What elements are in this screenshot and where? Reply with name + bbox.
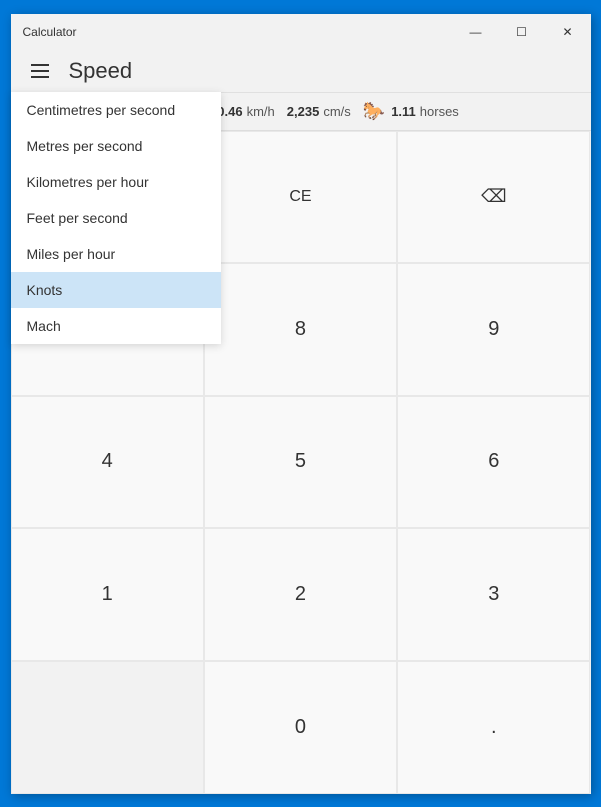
- close-button[interactable]: ✕: [545, 14, 591, 50]
- dropdown-item-kmh[interactable]: Kilometres per hour: [11, 164, 221, 200]
- page-title: Speed: [69, 58, 133, 84]
- menu-button[interactable]: [27, 60, 53, 82]
- conv-unit-3: km/h: [247, 104, 275, 119]
- backspace-icon: ⌫: [481, 186, 506, 207]
- hamburger-line: [31, 70, 49, 72]
- dropdown-item-mph[interactable]: Miles per hour: [11, 236, 221, 272]
- btn-empty-bottom-left: [11, 661, 204, 794]
- calculator-window: Calculator — ☐ ✕ Speed Centimetres per s…: [11, 14, 591, 794]
- btn-6[interactable]: 6: [397, 396, 590, 529]
- btn-0[interactable]: 0: [204, 661, 397, 794]
- btn-backspace[interactable]: ⌫: [397, 131, 590, 264]
- app-header: Speed: [11, 50, 591, 92]
- title-bar: Calculator — ☐ ✕: [11, 14, 591, 50]
- dropdown-item-cms[interactable]: Centimetres per second: [11, 92, 221, 128]
- app-title: Calculator: [23, 25, 77, 39]
- dropdown-item-mach[interactable]: Mach: [11, 308, 221, 344]
- btn-3[interactable]: 3: [397, 528, 590, 661]
- minimize-button[interactable]: —: [453, 14, 499, 50]
- conv-value-4: 2,235: [287, 104, 320, 119]
- conv-unit-5: horses: [420, 104, 459, 119]
- dropdown-item-fps[interactable]: Feet per second: [11, 200, 221, 236]
- dropdown-menu: Centimetres per second Metres per second…: [11, 92, 221, 344]
- btn-4[interactable]: 4: [11, 396, 204, 529]
- dropdown-item-ms[interactable]: Metres per second: [11, 128, 221, 164]
- horse-icon: 🐎: [363, 101, 385, 122]
- btn-5[interactable]: 5: [204, 396, 397, 529]
- dropdown-item-knots[interactable]: Knots: [11, 272, 221, 308]
- btn-decimal[interactable]: .: [397, 661, 590, 794]
- btn-9[interactable]: 9: [397, 263, 590, 396]
- btn-1[interactable]: 1: [11, 528, 204, 661]
- hamburger-line: [31, 64, 49, 66]
- maximize-button[interactable]: ☐: [499, 14, 545, 50]
- conv-value-5: 1.11: [391, 104, 416, 119]
- window-controls: — ☐ ✕: [453, 14, 591, 50]
- btn-8[interactable]: 8: [204, 263, 397, 396]
- btn-2[interactable]: 2: [204, 528, 397, 661]
- conv-unit-4: cm/s: [323, 104, 350, 119]
- btn-ce[interactable]: CE: [204, 131, 397, 264]
- hamburger-line: [31, 76, 49, 78]
